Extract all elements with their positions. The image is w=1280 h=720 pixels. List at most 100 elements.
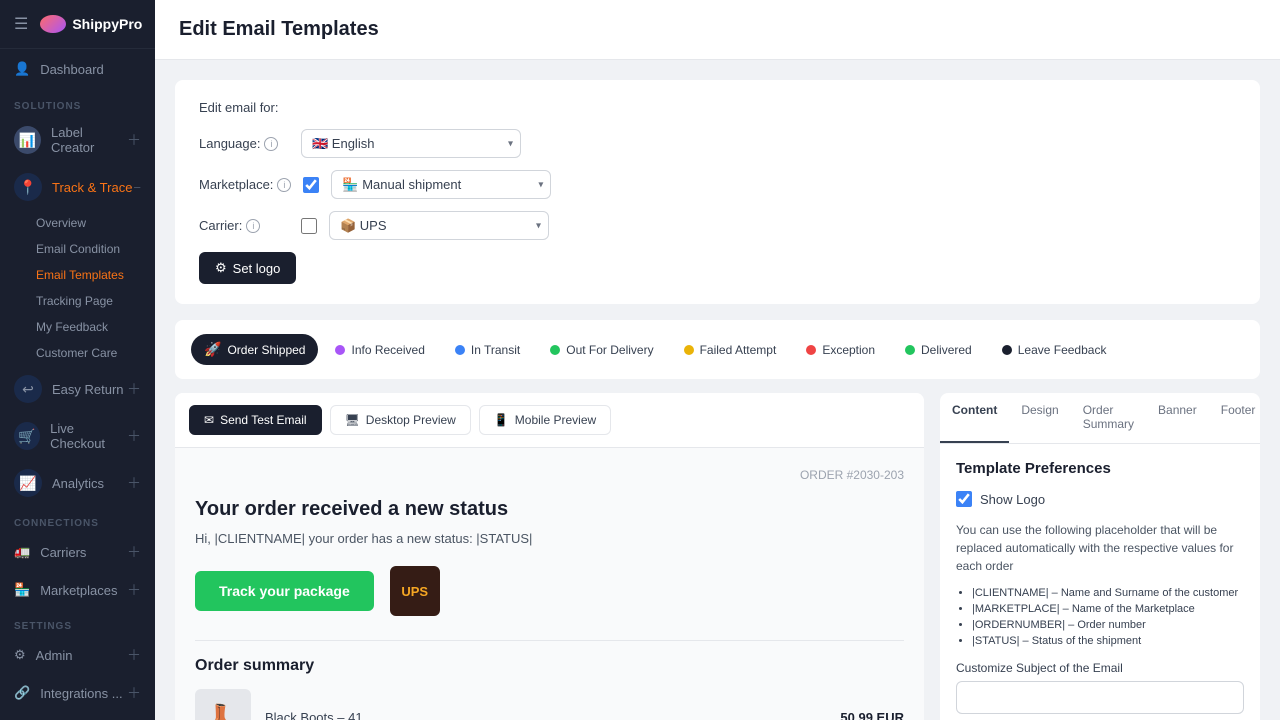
track-package-button[interactable]: Track your package xyxy=(195,571,374,611)
edit-email-for-label: Edit email for: xyxy=(199,100,1236,115)
email-actions: Track your package UPS xyxy=(195,566,904,616)
settings-panel-tabs: Content Design Order Summary Banner Foot… xyxy=(940,393,1260,444)
sidebar-sub-tracking-page[interactable]: Tracking Page xyxy=(0,288,155,314)
carriers-label: Carriers xyxy=(40,545,86,560)
analytics-expand-icon[interactable]: ＋ xyxy=(127,473,141,493)
mobile-preview-button[interactable]: 📱 Mobile Preview xyxy=(479,405,611,435)
language-row: Language: i 🇬🇧 English ▾ xyxy=(199,129,1236,158)
email-tabs: 🚀 Order Shipped Info Received In Transit… xyxy=(175,320,1260,379)
order-item-image: 👢 xyxy=(195,689,251,720)
carrier-select-wrapper[interactable]: 📦 UPS ▾ xyxy=(329,211,549,240)
carrier-select[interactable]: 📦 UPS xyxy=(329,211,549,240)
sidebar-item-dashboard[interactable]: 👤 Dashboard xyxy=(0,49,155,89)
tab-order-shipped[interactable]: 🚀 Order Shipped xyxy=(191,334,318,365)
marketplace-label: Marketplace: i xyxy=(199,177,291,192)
tab-order-shipped-label: Order Shipped xyxy=(227,343,305,357)
carrier-label: Carrier: i xyxy=(199,218,289,233)
dashboard-icon: 👤 xyxy=(14,61,30,77)
sidebar-item-analytics[interactable]: 📈 Analytics ＋ xyxy=(0,460,155,506)
customize-subject-input[interactable] xyxy=(956,681,1244,714)
boot-icon: 👢 xyxy=(208,703,238,720)
carriers-icon: 🚛 xyxy=(14,544,30,560)
send-test-email-button[interactable]: ✉ Send Test Email xyxy=(189,405,322,435)
tab-leave-feedback-label: Leave Feedback xyxy=(1018,343,1107,357)
sidebar-item-marketplaces[interactable]: 🏪 Marketplaces ＋ xyxy=(0,571,155,609)
tab-in-transit[interactable]: In Transit xyxy=(442,336,533,364)
sidebar-item-admin[interactable]: ⚙ Admin ＋ xyxy=(0,636,155,674)
easy-return-expand-icon[interactable]: ＋ xyxy=(127,379,141,399)
placeholder-marketplace: |MARKETPLACE| – Name of the Marketplace xyxy=(972,603,1244,615)
tab-exception-icon xyxy=(806,345,816,355)
tab-delivered[interactable]: Delivered xyxy=(892,336,985,364)
admin-expand-icon[interactable]: ＋ xyxy=(127,645,141,665)
preview-toolbar: ✉ Send Test Email 🖥 Desktop Preview 📱 Mo… xyxy=(175,393,924,448)
tab-exception-label: Exception xyxy=(822,343,875,357)
desktop-preview-button[interactable]: 🖥 Desktop Preview xyxy=(330,405,471,435)
settings-body: Template Preferences Show Logo You can u… xyxy=(940,444,1260,720)
language-select[interactable]: 🇬🇧 English xyxy=(301,129,521,158)
section-connections: CONNECTIONS xyxy=(0,506,155,533)
tab-failed-attempt[interactable]: Failed Attempt xyxy=(671,336,790,364)
sidebar-sub-my-feedback[interactable]: My Feedback xyxy=(0,314,155,340)
tab-info-received[interactable]: Info Received xyxy=(322,336,437,364)
marketplace-row: Marketplace: i 🏪 Manual shipment ▾ xyxy=(199,170,1236,199)
sidebar-sub-customer-care[interactable]: Customer Care xyxy=(0,340,155,366)
integrations-expand-icon[interactable]: ＋ xyxy=(127,683,141,703)
sidebar-item-shipping-rules[interactable]: ⚡ Shipping Rules xyxy=(0,712,155,720)
tab-out-for-delivery[interactable]: Out For Delivery xyxy=(537,336,666,364)
admin-label: Admin xyxy=(36,648,73,663)
settings-tab-footer[interactable]: Footer xyxy=(1209,393,1260,443)
order-item-price: 50.99 EUR xyxy=(840,710,904,720)
tab-order-shipped-icon: 🚀 xyxy=(204,341,221,358)
marketplace-checkbox[interactable] xyxy=(303,177,319,193)
live-checkout-icon: 🛒 xyxy=(14,422,40,450)
placeholder-status: |STATUS| – Status of the shipment xyxy=(972,635,1244,647)
analytics-icon: 📈 xyxy=(14,469,42,497)
carrier-row: Carrier: i 📦 UPS ▾ xyxy=(199,211,1236,240)
sidebar-sub-email-templates[interactable]: Email Templates xyxy=(0,262,155,288)
show-logo-label: Show Logo xyxy=(980,492,1045,507)
tab-leave-feedback[interactable]: Leave Feedback xyxy=(989,336,1120,364)
carriers-expand-icon[interactable]: ＋ xyxy=(127,542,141,562)
ups-logo: UPS xyxy=(390,566,440,616)
settings-tab-content[interactable]: Content xyxy=(940,393,1009,443)
placeholder-info: You can use the following placeholder th… xyxy=(956,521,1244,575)
sidebar-item-track-trace[interactable]: 📍 Track & Trace − xyxy=(0,164,155,210)
marketplace-select-wrapper[interactable]: 🏪 Manual shipment ▾ xyxy=(331,170,551,199)
sidebar-item-carriers[interactable]: 🚛 Carriers ＋ xyxy=(0,533,155,571)
sidebar-sub-email-condition[interactable]: Email Condition xyxy=(0,236,155,262)
label-creator-label: Label Creator xyxy=(51,125,127,155)
tab-exception[interactable]: Exception xyxy=(793,336,888,364)
sidebar-item-live-checkout[interactable]: 🛒 Live Checkout ＋ xyxy=(0,412,155,460)
set-logo-button[interactable]: ⚙ Set logo xyxy=(199,252,296,284)
marketplaces-expand-icon[interactable]: ＋ xyxy=(127,580,141,600)
settings-tab-order-summary[interactable]: Order Summary xyxy=(1071,393,1146,443)
settings-tab-banner[interactable]: Banner xyxy=(1146,393,1209,443)
show-logo-checkbox[interactable] xyxy=(956,491,972,507)
set-logo-icon: ⚙ xyxy=(215,260,227,276)
customize-subject-label: Customize Subject of the Email xyxy=(956,661,1244,675)
language-info-icon: i xyxy=(264,137,278,151)
language-select-wrapper[interactable]: 🇬🇧 English ▾ xyxy=(301,129,521,158)
carrier-checkbox[interactable] xyxy=(301,218,317,234)
sidebar-item-label-creator[interactable]: 📊 Label Creator ＋ xyxy=(0,116,155,164)
carrier-info-icon: i xyxy=(246,219,260,233)
track-trace-collapse-icon[interactable]: − xyxy=(133,180,141,195)
marketplace-select[interactable]: 🏪 Manual shipment xyxy=(331,170,551,199)
edit-email-card: Edit email for: Language: i 🇬🇧 English ▾… xyxy=(175,80,1260,304)
sidebar-item-easy-return[interactable]: ↩ Easy Return ＋ xyxy=(0,366,155,412)
order-number: ORDER #2030-203 xyxy=(195,468,904,482)
track-trace-label: Track & Trace xyxy=(52,180,132,195)
admin-icon: ⚙ xyxy=(14,647,26,663)
settings-tab-design[interactable]: Design xyxy=(1009,393,1070,443)
placeholder-clientname: |CLIENTNAME| – Name and Surname of the c… xyxy=(972,587,1244,599)
tab-delivered-icon xyxy=(905,345,915,355)
main-content: Edit Email Templates Edit email for: Lan… xyxy=(155,0,1280,720)
label-creator-expand-icon[interactable]: ＋ xyxy=(127,130,141,150)
sidebar-item-integrations[interactable]: 🔗 Integrations ... ＋ xyxy=(0,674,155,712)
integrations-label: Integrations ... xyxy=(40,686,122,701)
live-checkout-expand-icon[interactable]: ＋ xyxy=(127,426,141,446)
hamburger-icon[interactable]: ☰ xyxy=(14,14,28,34)
sidebar-sub-overview[interactable]: Overview xyxy=(0,210,155,236)
tab-out-for-delivery-icon xyxy=(550,345,560,355)
